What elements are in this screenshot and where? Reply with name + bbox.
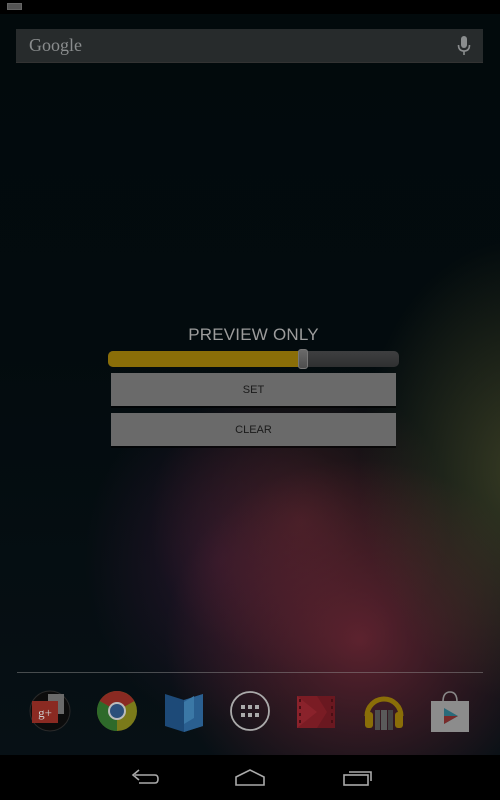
dock-divider [17, 672, 483, 673]
clear-button[interactable]: CLEAR [111, 413, 396, 446]
navigation-bar [0, 755, 500, 800]
recents-icon[interactable] [340, 765, 376, 789]
notification-icon[interactable] [7, 3, 22, 10]
home-icon[interactable] [232, 765, 268, 789]
preview-slider[interactable] [108, 349, 399, 369]
svg-text:g+: g+ [38, 705, 52, 720]
app-drawer-icon[interactable] [228, 688, 272, 734]
status-bar [0, 0, 500, 14]
play-store-icon[interactable] [428, 688, 472, 734]
google-search-widget[interactable]: Google [16, 29, 483, 62]
slider-fill [108, 351, 303, 367]
set-button[interactable]: SET [111, 373, 396, 406]
mic-icon[interactable] [457, 36, 471, 56]
play-movies-icon[interactable] [295, 688, 339, 734]
chrome-icon[interactable] [95, 688, 139, 734]
preview-title: PREVIEW ONLY [188, 325, 319, 344]
slider-thumb[interactable] [298, 349, 308, 369]
google-plus-folder-icon[interactable]: g+ [28, 688, 72, 734]
dock: g+ [0, 688, 500, 740]
back-icon[interactable] [127, 765, 163, 789]
play-music-icon[interactable] [362, 688, 406, 734]
play-books-icon[interactable] [162, 688, 206, 734]
search-label: Google [29, 35, 82, 55]
